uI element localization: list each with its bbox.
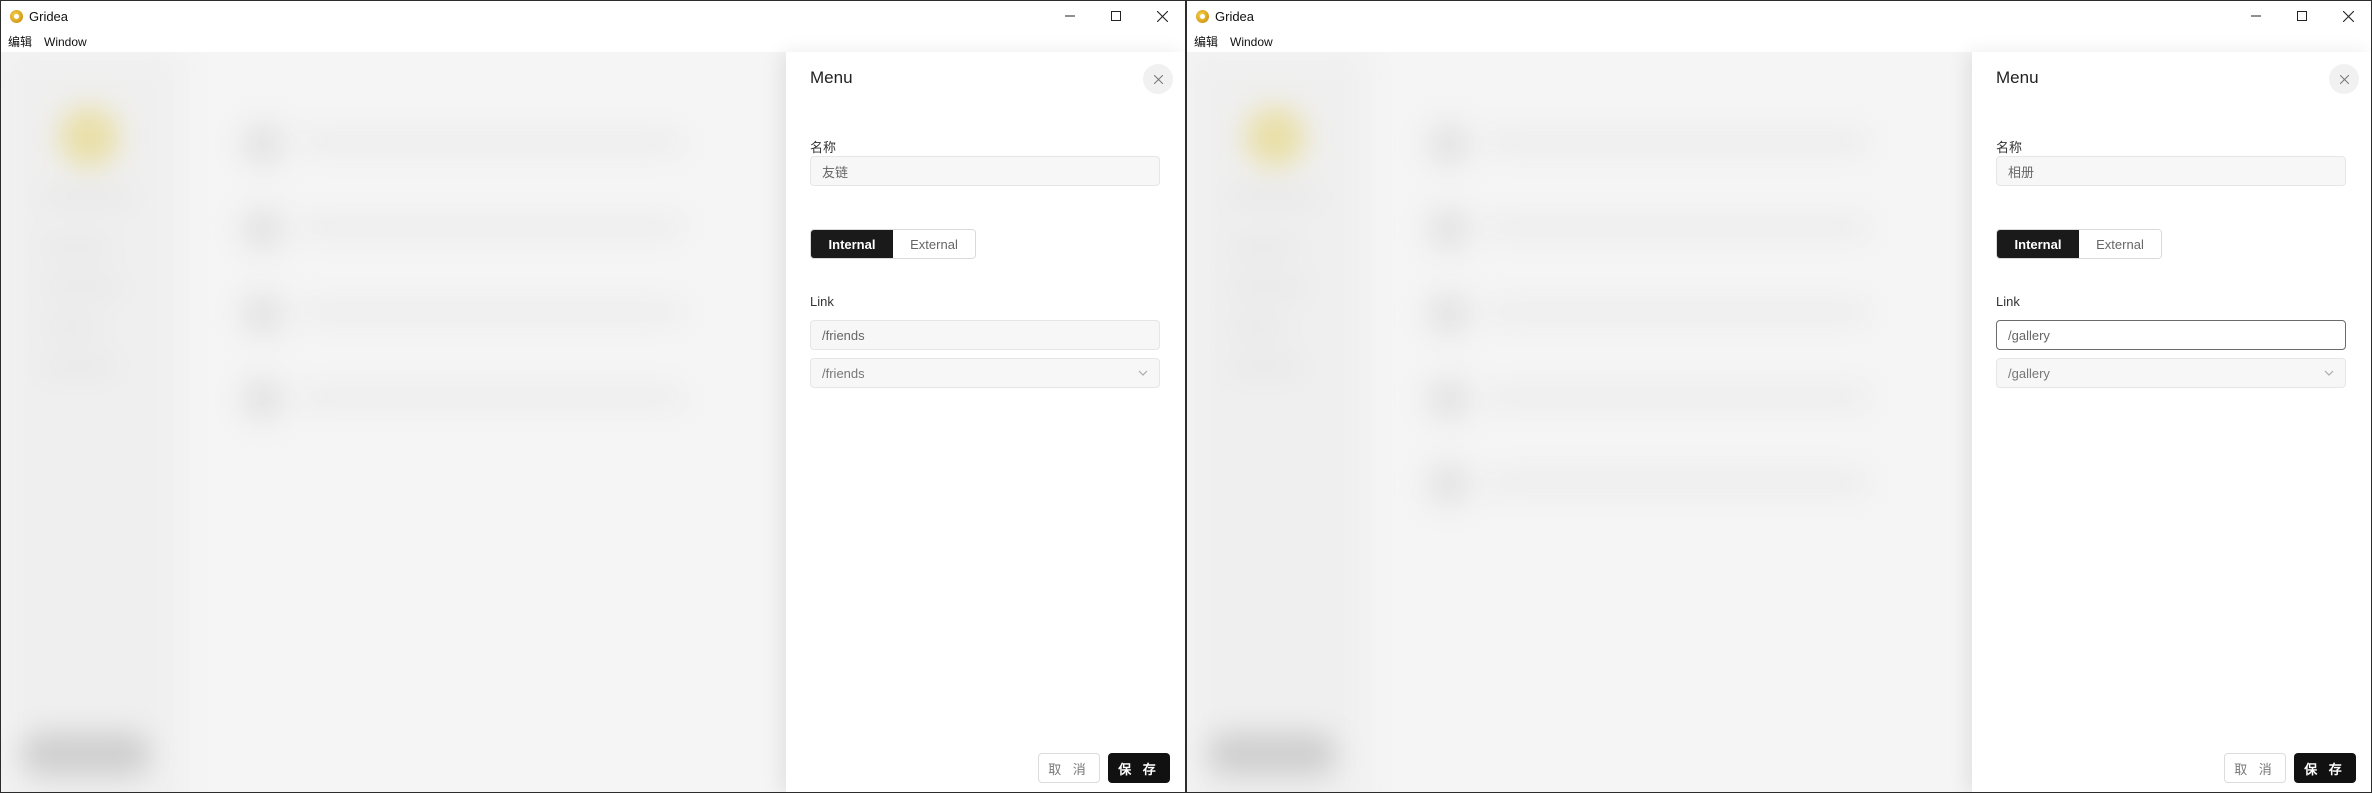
- maximize-icon: [2297, 11, 2307, 21]
- window-controls: [1047, 1, 1185, 31]
- link-select[interactable]: /friends: [810, 358, 1160, 388]
- menu-drawer: Menu 名称 Internal External Link /gallery …: [1972, 52, 2371, 792]
- link-input[interactable]: [1996, 320, 2346, 350]
- cancel-button[interactable]: 取 消: [2224, 753, 2286, 783]
- window-title: Gridea: [1215, 8, 1255, 24]
- tab-external[interactable]: External: [893, 230, 975, 258]
- gridea-logo-icon: [1196, 9, 1209, 23]
- maximize-button[interactable]: [2279, 1, 2325, 31]
- menu-bar: 编辑 Window: [1187, 31, 2371, 52]
- save-button[interactable]: 保 存: [1108, 753, 1170, 783]
- link-type-segmented-control: Internal External: [810, 229, 976, 259]
- blurred-app-background: [1, 52, 786, 792]
- name-label: 名称: [810, 140, 837, 155]
- name-label: 名称: [1996, 140, 2023, 155]
- drawer-title: Menu: [1996, 68, 2039, 87]
- window-controls: [2233, 1, 2371, 31]
- menu-bar: 编辑 Window: [1, 31, 1185, 52]
- close-icon: [2339, 74, 2349, 84]
- close-icon: [2342, 10, 2354, 22]
- close-icon: [1156, 10, 1168, 22]
- minimize-icon: [2251, 15, 2261, 17]
- minimize-button[interactable]: [2233, 1, 2279, 31]
- drawer-title: Menu: [810, 68, 853, 87]
- link-type-segmented-control: Internal External: [1996, 229, 2162, 259]
- maximize-button[interactable]: [1093, 1, 1139, 31]
- close-icon: [1153, 74, 1163, 84]
- window-title: Gridea: [29, 8, 69, 24]
- link-select[interactable]: /gallery: [1996, 358, 2346, 388]
- link-select-value: /gallery: [2008, 365, 2050, 381]
- link-select-value: /friends: [822, 365, 865, 381]
- cancel-button[interactable]: 取 消: [1038, 753, 1100, 783]
- menu-item-edit[interactable]: 编辑: [1194, 33, 1218, 50]
- maximize-icon: [1111, 11, 1121, 21]
- gridea-logo-icon: [10, 9, 23, 23]
- chevron-down-icon: [1138, 370, 1148, 376]
- window-close-button[interactable]: [1139, 1, 1185, 31]
- menu-item-window[interactable]: Window: [1230, 35, 1273, 49]
- name-input[interactable]: [810, 156, 1160, 186]
- menu-drawer: Menu 名称 Internal External Link /friends …: [786, 52, 1185, 792]
- link-input[interactable]: [810, 320, 1160, 350]
- tab-external[interactable]: External: [2079, 230, 2161, 258]
- menu-item-window[interactable]: Window: [44, 35, 87, 49]
- minimize-button[interactable]: [1047, 1, 1093, 31]
- title-bar: Gridea: [1, 1, 1185, 31]
- name-input[interactable]: [1996, 156, 2346, 186]
- menu-item-edit[interactable]: 编辑: [8, 33, 32, 50]
- link-label: Link: [1996, 294, 2020, 309]
- screen: Gridea 编辑 Window Menu 名称 友链 Internal Ext…: [0, 0, 2372, 793]
- minimize-icon: [1065, 15, 1075, 17]
- save-button[interactable]: 保 存: [2294, 753, 2356, 783]
- drawer-close-button[interactable]: [1143, 64, 1173, 94]
- app-window-2: Gridea 编辑 Window Menu 名称 相册 Internal Ext…: [1186, 0, 2372, 793]
- tab-internal[interactable]: Internal: [1997, 230, 2079, 258]
- link-label: Link: [810, 294, 834, 309]
- chevron-down-icon: [2324, 370, 2334, 376]
- tab-internal[interactable]: Internal: [811, 230, 893, 258]
- blurred-app-background: [1187, 52, 1972, 792]
- title-bar: Gridea: [1187, 1, 2371, 31]
- window-close-button[interactable]: [2325, 1, 2371, 31]
- drawer-close-button[interactable]: [2329, 64, 2359, 94]
- app-window-1: Gridea 编辑 Window Menu 名称 友链 Internal Ext…: [0, 0, 1186, 793]
